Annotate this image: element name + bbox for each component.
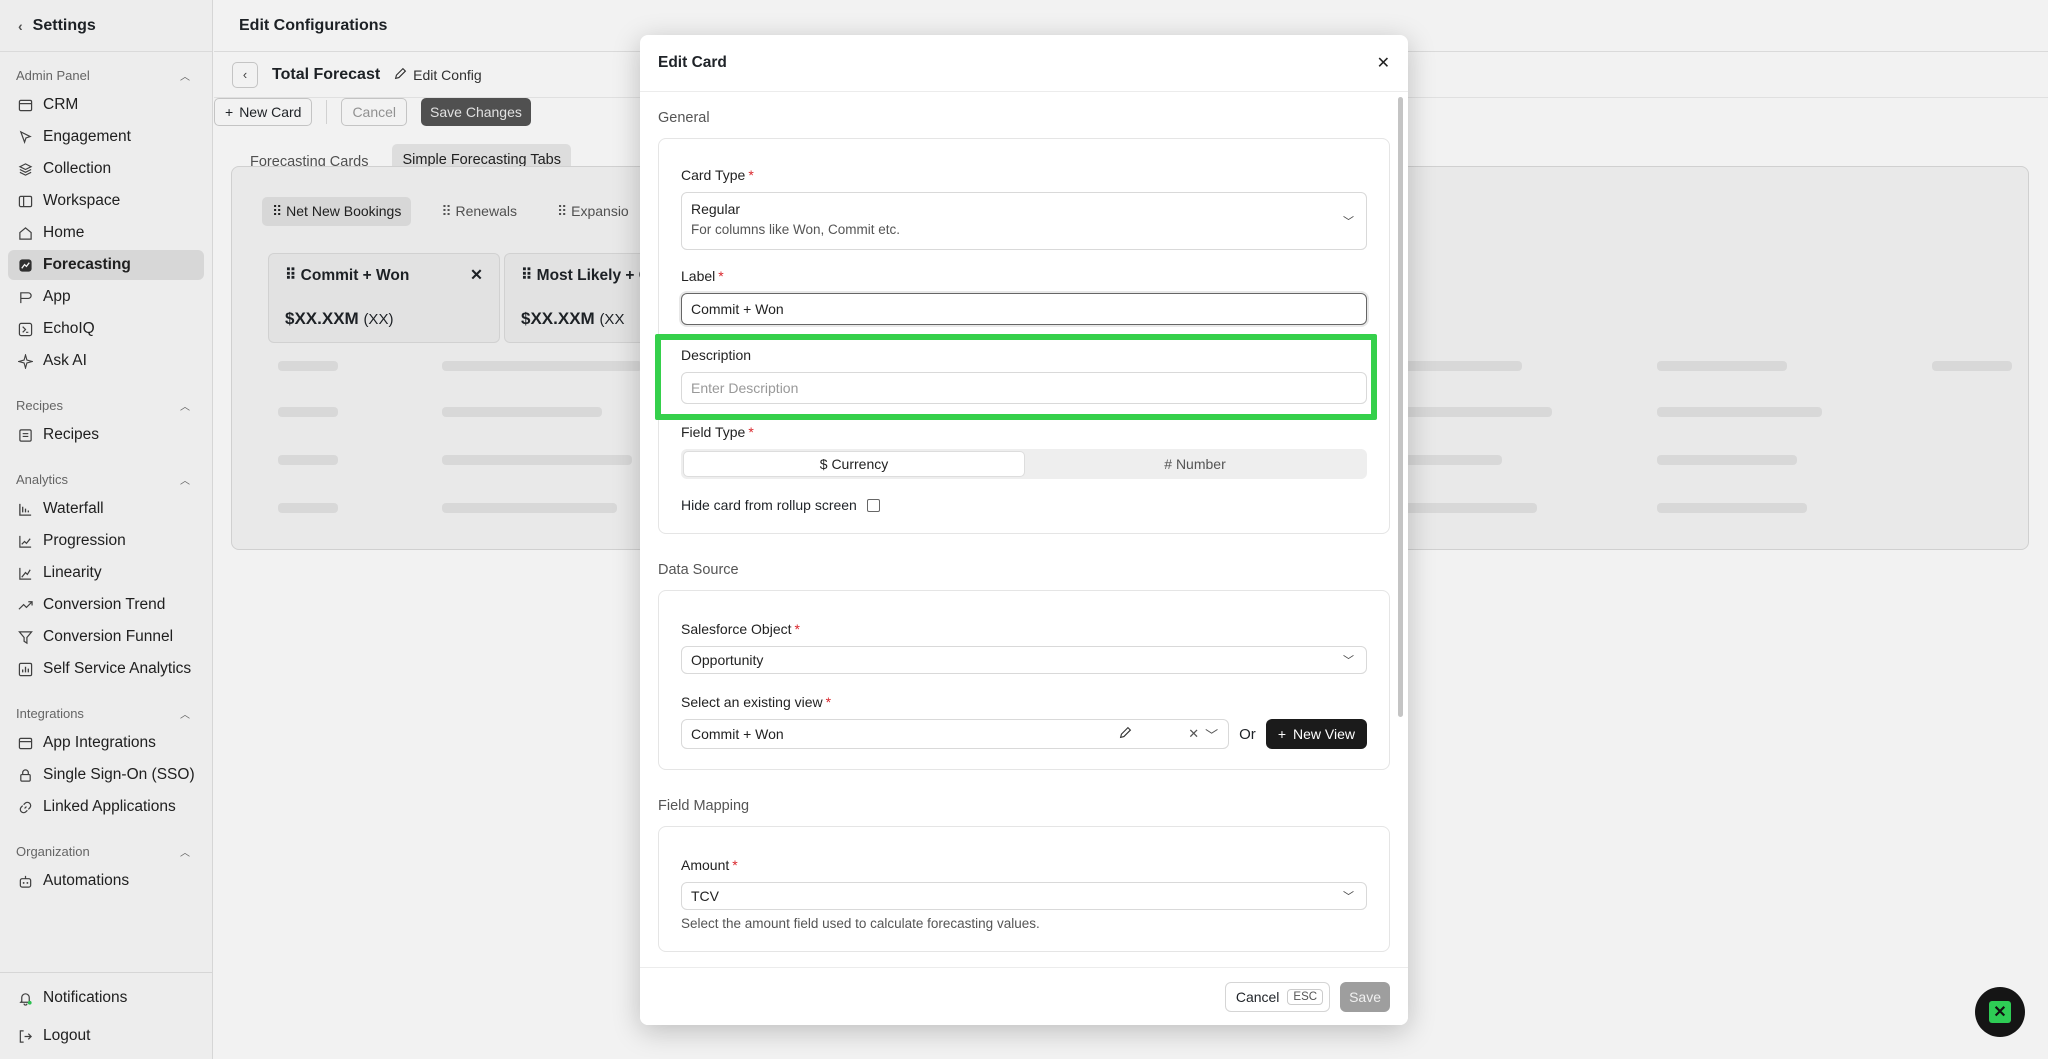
assistant-fab[interactable]: ✕ — [1975, 987, 2025, 1037]
hide-card-row: Hide card from rollup screen — [681, 497, 1367, 513]
pencil-icon[interactable] — [1119, 726, 1132, 742]
chevron-down-icon[interactable]: ﹀ — [1205, 725, 1218, 744]
view-row: Commit + Won ✕ ﹀ Or + New View — [681, 719, 1367, 749]
modal-body: General Card Type * Regular For columns l… — [640, 92, 1408, 967]
data-source-section: Salesforce Object * Opportunity ﹀ Select … — [658, 590, 1390, 770]
field-type-label: Field Type * — [681, 424, 754, 440]
amount-helper-text: Select the amount field used to calculat… — [681, 916, 1040, 931]
or-label: Or — [1239, 725, 1256, 743]
salesforce-object-label: Salesforce Object * — [681, 621, 800, 637]
data-source-section-title: Data Source — [658, 562, 739, 578]
field-mapping-section: Amount * TCV ﹀ Select the amount field us… — [658, 826, 1390, 952]
assistant-logo-icon: ✕ — [1989, 1001, 2011, 1023]
chevron-down-icon: ﹀ — [1343, 655, 1354, 667]
chevron-down-icon: ﹀ — [1343, 216, 1354, 228]
card-type-label: Card Type * — [681, 167, 754, 183]
hide-card-label: Hide card from rollup screen — [681, 497, 857, 513]
hide-card-checkbox[interactable] — [866, 498, 880, 512]
description-input[interactable]: Enter Description — [681, 372, 1367, 404]
label-input[interactable]: Commit + Won — [681, 293, 1367, 325]
edit-card-modal: Edit Card ✕ General Card Type * Regular F… — [640, 35, 1408, 1025]
new-view-button[interactable]: + New View — [1265, 719, 1367, 749]
salesforce-object-select[interactable]: Opportunity ﹀ — [681, 646, 1367, 674]
amount-label: Amount * — [681, 857, 738, 873]
plus-icon: + — [1277, 726, 1286, 742]
general-section: Card Type * Regular For columns like Won,… — [658, 138, 1390, 534]
modal-footer: Cancel ESC Save — [640, 967, 1408, 1025]
existing-view-select[interactable]: Commit + Won ✕ ﹀ — [681, 719, 1230, 749]
description-label: Description — [681, 347, 752, 363]
field-type-toggle: $ Currency # Number — [681, 449, 1367, 479]
close-icon[interactable]: ✕ — [1377, 53, 1390, 73]
field-type-number[interactable]: # Number — [1025, 451, 1365, 477]
modal-header: Edit Card ✕ — [640, 35, 1408, 92]
chevron-down-icon: ﹀ — [1343, 891, 1354, 903]
card-type-select[interactable]: Regular For columns like Won, Commit etc… — [681, 192, 1367, 250]
amount-select[interactable]: TCV ﹀ — [681, 882, 1367, 910]
general-section-title: General — [658, 110, 710, 126]
existing-view-label: Select an existing view * — [681, 694, 832, 710]
field-type-currency[interactable]: $ Currency — [683, 451, 1025, 477]
clear-icon[interactable]: ✕ — [1188, 726, 1199, 742]
modal-save-button[interactable]: Save — [1340, 981, 1390, 1012]
modal-title: Edit Card — [658, 54, 727, 71]
esc-key-hint: ESC — [1287, 988, 1324, 1005]
field-mapping-section-title: Field Mapping — [658, 798, 750, 814]
modal-cancel-button[interactable]: Cancel ESC — [1224, 981, 1331, 1012]
label-label: Label * — [681, 268, 724, 284]
